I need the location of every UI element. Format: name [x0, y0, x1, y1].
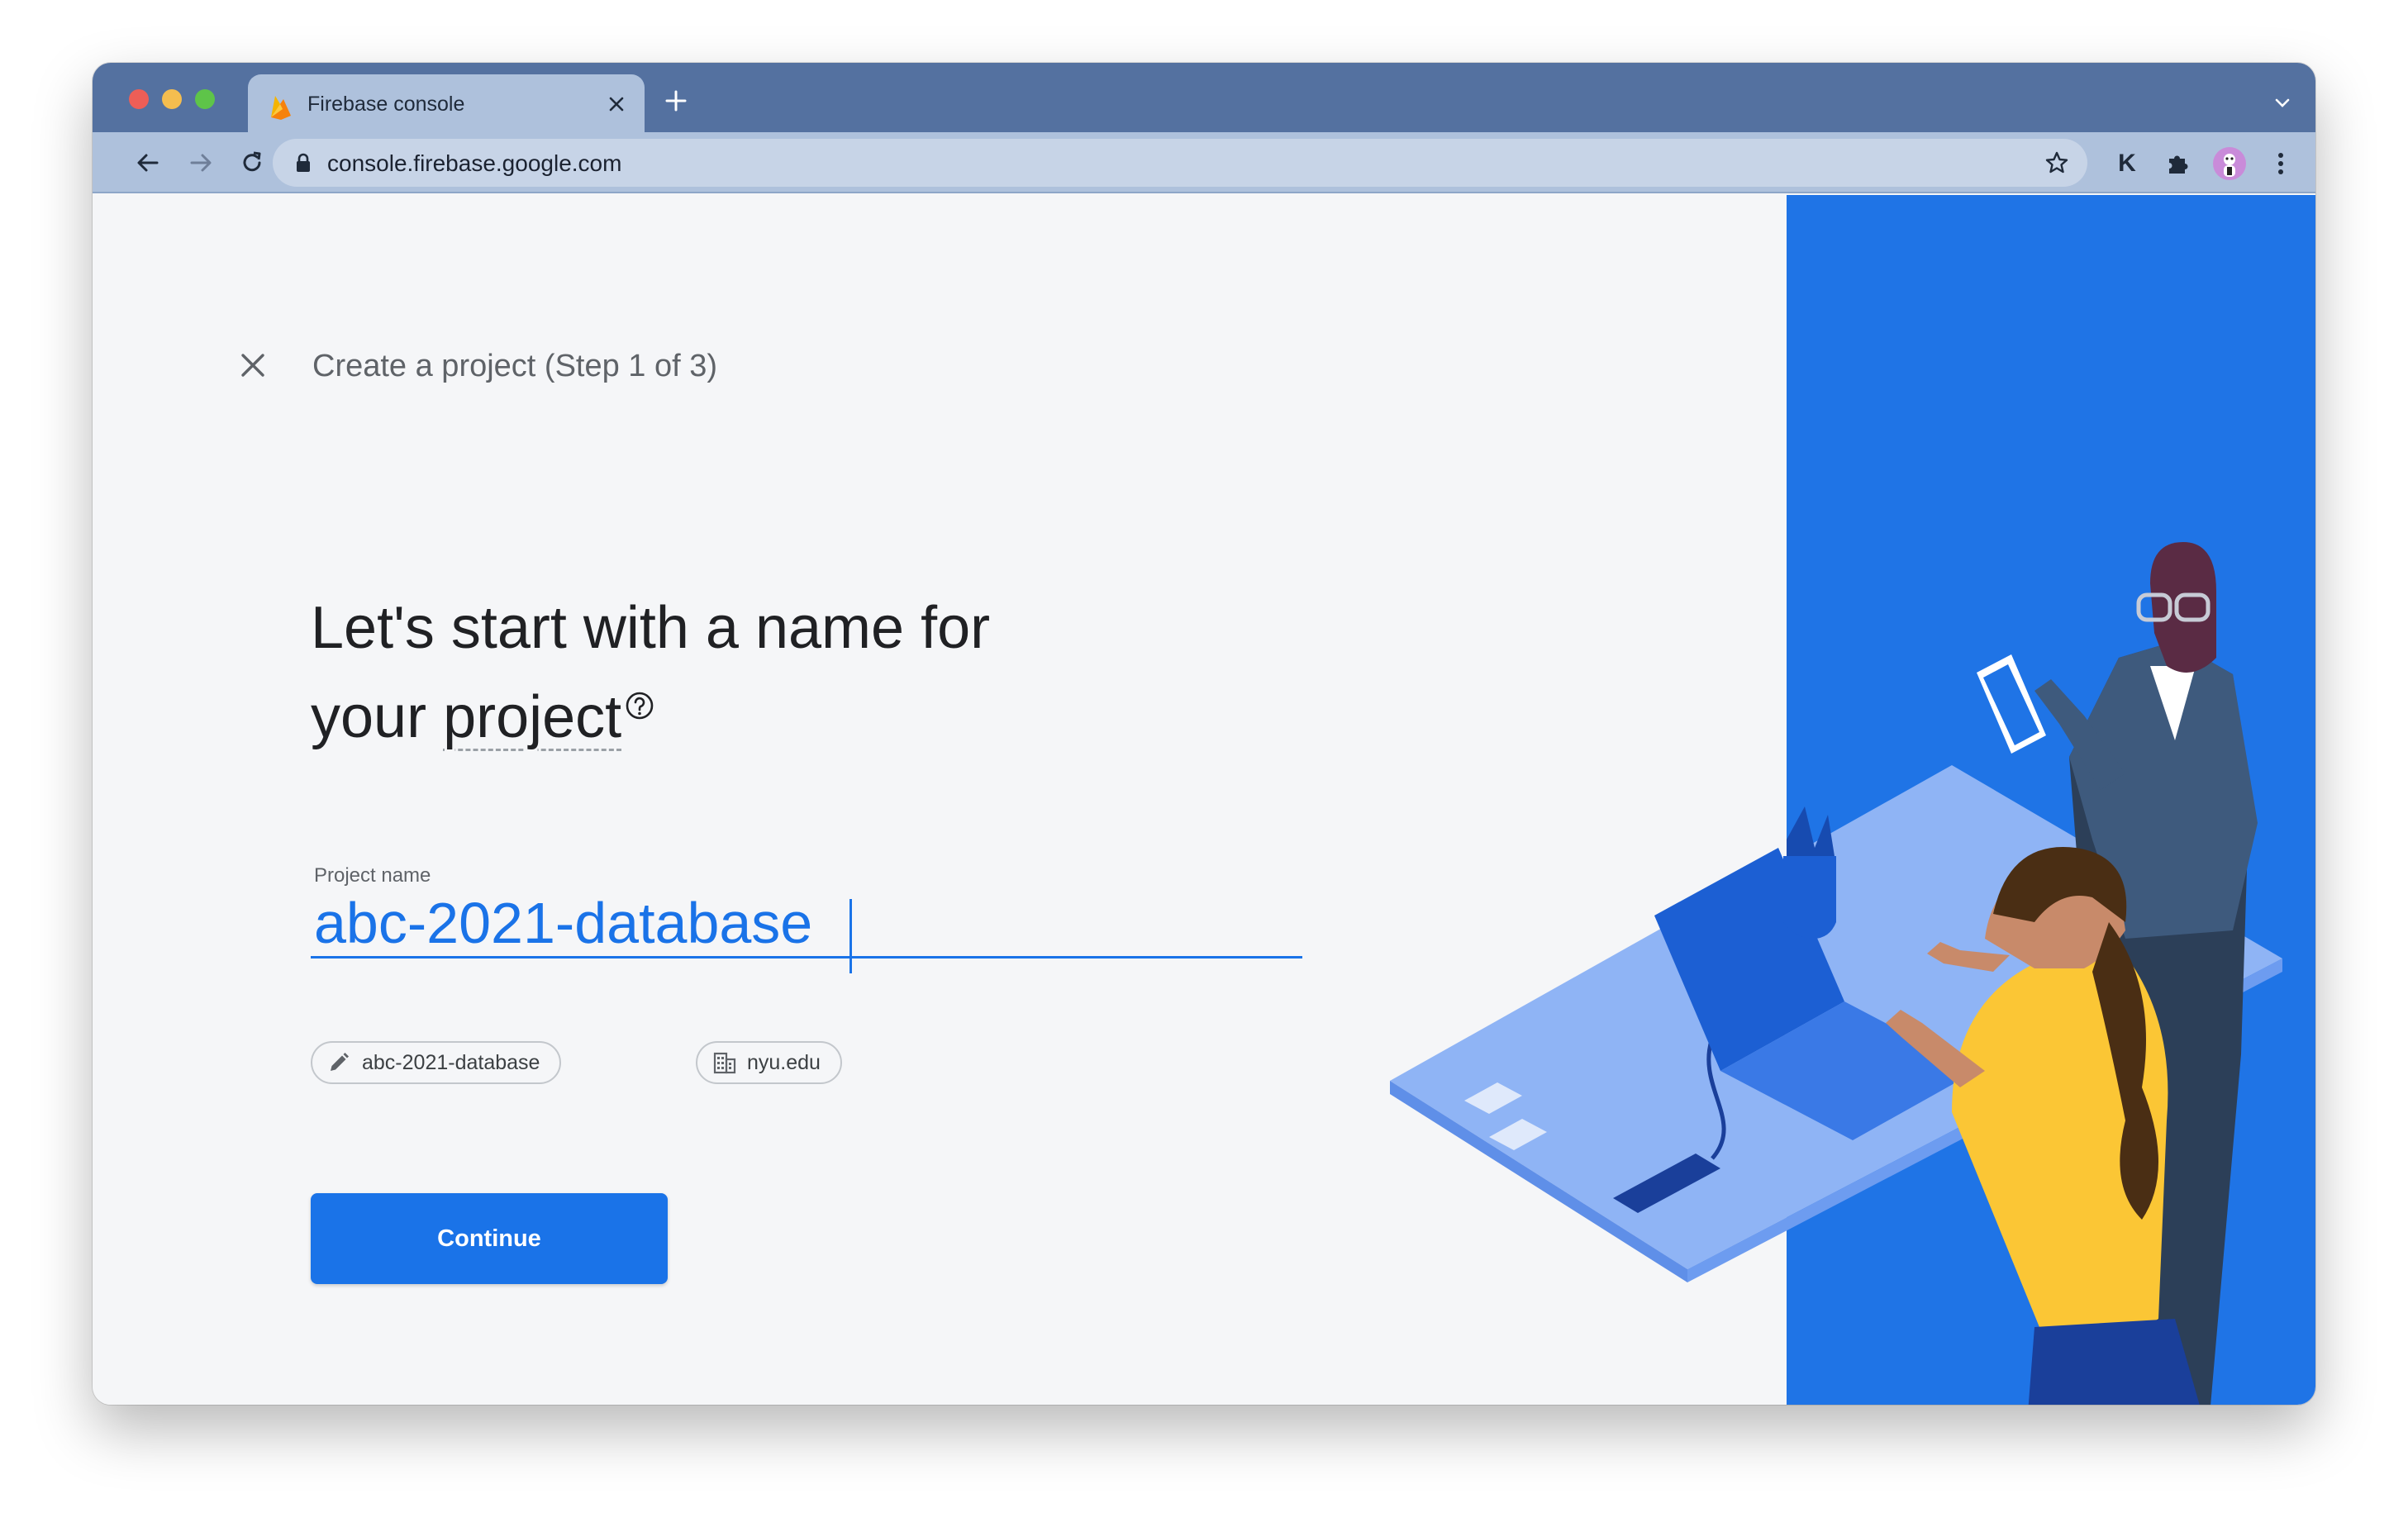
firebase-icon: [271, 96, 291, 120]
organization-chip-label: nyu.edu: [747, 1050, 821, 1074]
reload-icon[interactable]: [235, 145, 269, 180]
project-id-chip-label: abc-2021-database: [362, 1050, 540, 1074]
url-text: console.firebase.google.com: [327, 150, 622, 176]
tab-close-icon[interactable]: [603, 91, 630, 117]
project-term-link[interactable]: project: [443, 684, 621, 750]
building-icon: [712, 1050, 737, 1075]
continue-button[interactable]: Continue: [311, 1193, 668, 1284]
tab-title: Firebase console: [307, 93, 465, 116]
close-icon[interactable]: [236, 349, 269, 382]
tab-firebase-console[interactable]: Firebase console: [248, 74, 645, 132]
project-id-chip[interactable]: abc-2021-database: [311, 1041, 562, 1084]
extension-k-icon[interactable]: K: [2111, 147, 2144, 180]
more-menu-icon[interactable]: [2264, 147, 2297, 180]
lock-icon: [297, 153, 310, 172]
step-title: Create a project (Step 1 of 3): [312, 349, 718, 383]
heading-line-2-prefix: your: [311, 684, 444, 750]
bookmark-star-icon[interactable]: [2044, 150, 2069, 175]
team-illustration: [1390, 542, 2282, 1405]
tab-strip: Firebase console: [93, 63, 2315, 132]
text-cursor: [849, 899, 852, 973]
close-window-button[interactable]: [129, 89, 149, 109]
puzzle-icon[interactable]: [2162, 147, 2195, 180]
new-tab-icon[interactable]: [661, 86, 691, 116]
project-name-input[interactable]: [311, 889, 1302, 959]
chevron-down-icon[interactable]: [2269, 89, 2296, 116]
profile-avatar[interactable]: [2213, 147, 2246, 180]
heading-line-1: Let's start with a name for: [311, 595, 991, 661]
page-heading: Let's start with a name for your project: [311, 583, 1137, 762]
maximize-window-button[interactable]: [195, 89, 215, 109]
address-bar[interactable]: console.firebase.google.com: [273, 139, 2087, 187]
create-project-page: Create a project (Step 1 of 3) Let's sta…: [93, 195, 2315, 1405]
organization-chip[interactable]: nyu.edu: [696, 1041, 842, 1084]
browser-toolbar: console.firebase.google.com K: [93, 132, 2315, 193]
project-name-label: Project name: [314, 864, 431, 887]
forward-arrow-icon[interactable]: [183, 145, 218, 180]
pencil-icon: [327, 1050, 352, 1075]
minimize-window-button[interactable]: [162, 89, 182, 109]
browser-window: Firebase console console.firebase.google…: [93, 63, 2315, 1405]
help-icon[interactable]: [625, 691, 654, 721]
back-arrow-icon[interactable]: [131, 145, 165, 180]
